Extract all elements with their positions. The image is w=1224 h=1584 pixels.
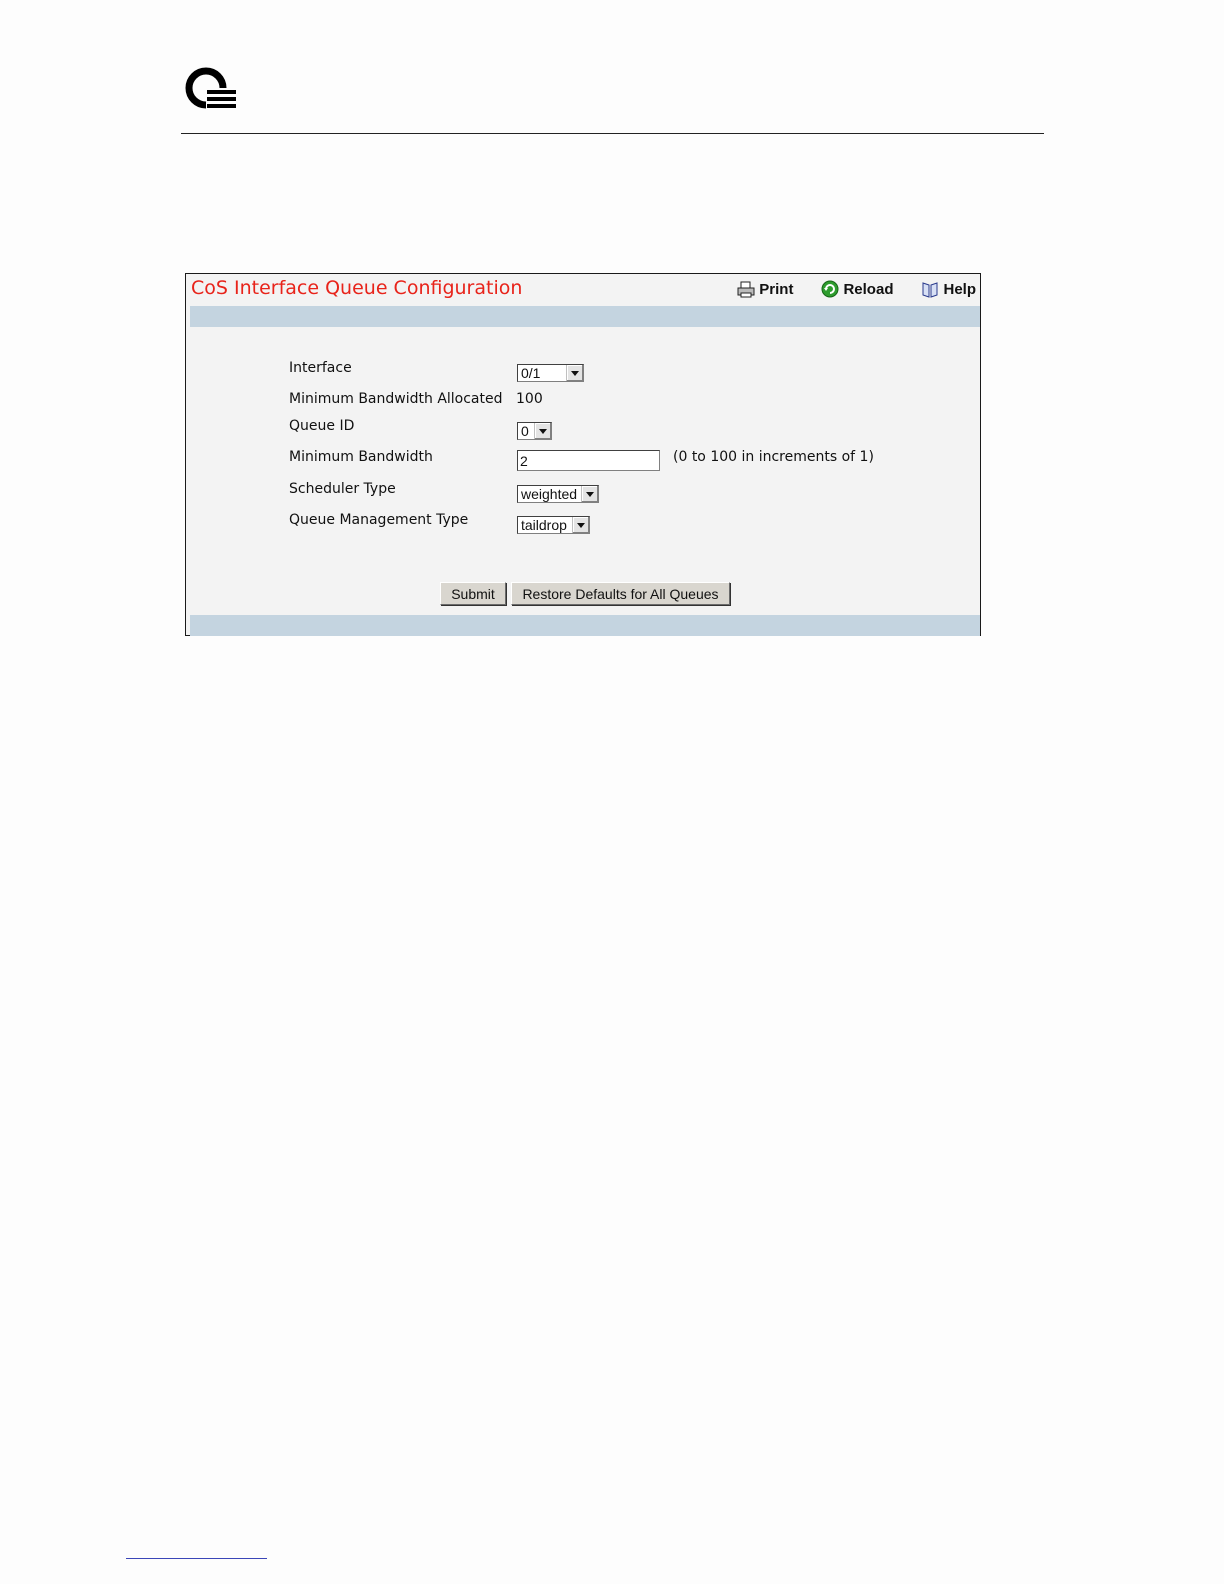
interface-select[interactable]: 0/1 bbox=[517, 364, 584, 382]
chevron-down-icon bbox=[572, 517, 589, 533]
restore-defaults-button[interactable]: Restore Defaults for All Queues bbox=[511, 582, 730, 605]
chevron-down-icon bbox=[534, 423, 551, 439]
reload-icon bbox=[821, 280, 839, 298]
queue-management-type-select[interactable]: taildrop bbox=[517, 516, 590, 534]
help-book-icon bbox=[922, 281, 938, 298]
scheduler-type-select[interactable]: weighted bbox=[517, 485, 599, 503]
toolbar: Print Reload Help bbox=[709, 278, 976, 300]
reload-label: Reload bbox=[843, 280, 894, 298]
scheduler-type-value: weighted bbox=[521, 486, 578, 502]
cos-queue-config-panel: CoS Interface Queue Configuration Print … bbox=[185, 273, 981, 636]
submit-button[interactable]: Submit bbox=[440, 582, 506, 605]
page-title: CoS Interface Queue Configuration bbox=[191, 277, 523, 299]
chevron-down-icon bbox=[566, 365, 583, 381]
queue-id-value: 0 bbox=[521, 423, 529, 439]
queue-id-select[interactable]: 0 bbox=[517, 422, 552, 440]
header-divider bbox=[181, 133, 1044, 134]
min-bandwidth-label: Minimum Bandwidth bbox=[289, 449, 433, 465]
footer-link-underline bbox=[126, 1558, 267, 1559]
company-logo bbox=[185, 67, 237, 110]
header-band bbox=[190, 306, 980, 327]
min-bandwidth-input[interactable] bbox=[517, 450, 660, 471]
help-label: Help bbox=[943, 280, 976, 298]
help-button[interactable]: Help bbox=[921, 281, 976, 298]
footer-band bbox=[190, 615, 980, 636]
interface-value: 0/1 bbox=[521, 365, 541, 381]
print-button[interactable]: Print bbox=[737, 281, 793, 298]
min-bandwidth-allocated-label: Minimum Bandwidth Allocated bbox=[289, 391, 503, 407]
scheduler-type-label: Scheduler Type bbox=[289, 481, 396, 497]
print-label: Print bbox=[759, 280, 794, 298]
min-bandwidth-range-hint: (0 to 100 in increments of 1) bbox=[673, 449, 874, 465]
queue-management-type-value: taildrop bbox=[521, 517, 567, 533]
queue-management-type-label: Queue Management Type bbox=[289, 512, 469, 528]
interface-label: Interface bbox=[289, 360, 352, 376]
reload-button[interactable]: Reload bbox=[821, 280, 893, 298]
queue-id-label: Queue ID bbox=[289, 418, 355, 434]
chevron-down-icon bbox=[581, 486, 598, 502]
min-bandwidth-allocated-value: 100 bbox=[516, 391, 543, 407]
printer-icon bbox=[737, 281, 755, 297]
